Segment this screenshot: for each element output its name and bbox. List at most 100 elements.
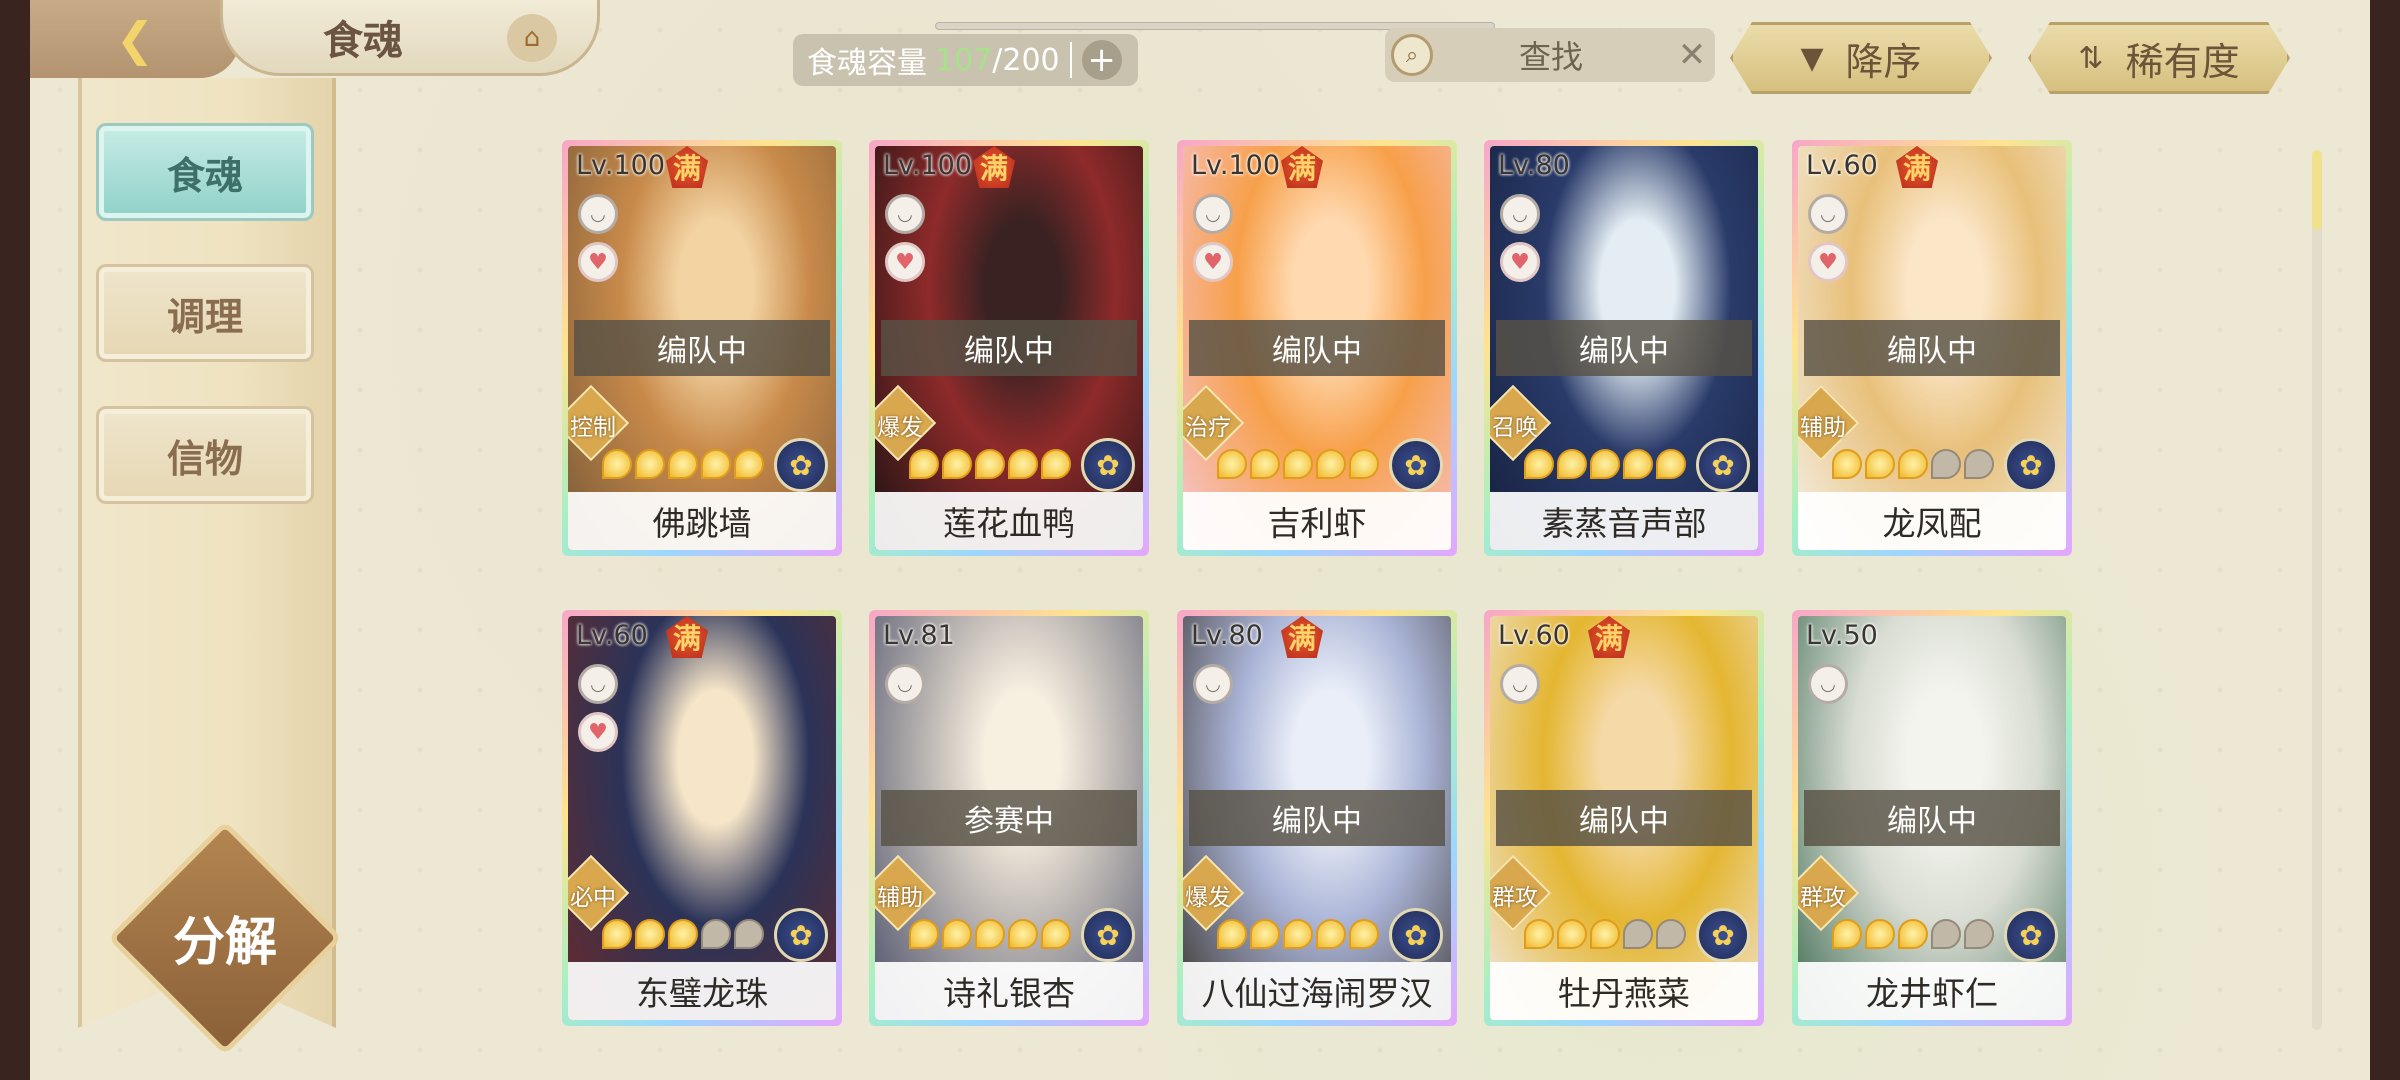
card-name: 龙凤配 xyxy=(1798,492,2066,550)
bowl-icon: ◡ xyxy=(1500,194,1540,234)
triangle-down-icon: ▼ xyxy=(1800,40,1824,76)
scrollbar[interactable] xyxy=(2312,150,2322,1030)
star-filled-icon xyxy=(909,449,939,479)
star-empty-icon xyxy=(734,919,764,949)
card-inner: Lv.100 满 ◡ ♥ 编队中 爆发 ✿ 莲花血鸭 xyxy=(875,146,1143,550)
bowl-icon: ◡ xyxy=(1193,664,1233,704)
card-inner: Lv.60 满 ◡ ♥ 必中 ✿ 东璧龙珠 xyxy=(568,616,836,1020)
food-soul-card[interactable]: Lv.50 ◡ 编队中 群攻 ✿ 龙井虾仁 xyxy=(1792,610,2072,1026)
sidebar-item-tokens[interactable]: 信物 xyxy=(96,406,314,504)
bowl-icon: ◡ xyxy=(885,664,925,704)
star-filled-icon xyxy=(1898,919,1928,949)
star-filled-icon xyxy=(942,919,972,949)
heart-icon: ♥ xyxy=(885,242,925,282)
clear-search-button[interactable]: ✕ xyxy=(1669,35,1715,75)
star-filled-icon xyxy=(975,919,1005,949)
back-button[interactable]: ❮ xyxy=(30,0,240,78)
star-rating xyxy=(602,919,767,949)
star-filled-icon xyxy=(1316,919,1346,949)
card-name: 牡丹燕菜 xyxy=(1490,962,1758,1020)
food-soul-card[interactable]: Lv.100 满 ◡ ♥ 编队中 治疗 ✿ 吉利虾 xyxy=(1177,140,1457,556)
capacity-max: /200 xyxy=(992,42,1060,78)
card-status: 参赛中 xyxy=(881,790,1137,846)
heart-icon: ♥ xyxy=(1193,242,1233,282)
flower-element-icon: ✿ xyxy=(1081,438,1135,492)
sidebar-item-label: 信物 xyxy=(166,435,243,481)
star-filled-icon xyxy=(909,919,939,949)
card-name: 素蒸音声部 xyxy=(1490,492,1758,550)
card-inner: Lv.100 满 ◡ ♥ 编队中 控制 ✿ 佛跳墙 xyxy=(568,146,836,550)
star-filled-icon xyxy=(1041,449,1071,479)
star-filled-icon xyxy=(1316,449,1346,479)
capacity-display: 食魂容量 107 /200 + xyxy=(793,34,1138,86)
star-filled-icon xyxy=(1250,449,1280,479)
star-filled-icon xyxy=(668,919,698,949)
bowl-icon: ◡ xyxy=(578,664,618,704)
food-soul-card[interactable]: Lv.81 ◡ 参赛中 辅助 ✿ 诗礼银杏 xyxy=(869,610,1149,1026)
star-filled-icon xyxy=(1008,919,1038,949)
role-label: 辅助 xyxy=(877,885,923,911)
sort-order-button[interactable]: ▼ 降序 xyxy=(1730,22,1992,94)
card-name: 诗礼银杏 xyxy=(875,962,1143,1020)
add-capacity-button[interactable]: + xyxy=(1081,40,1122,80)
star-filled-icon xyxy=(1623,449,1653,479)
card-inner: Lv.80 ◡ ♥ 编队中 召唤 ✿ 素蒸音声部 xyxy=(1490,146,1758,550)
flower-element-icon: ✿ xyxy=(2004,908,2058,962)
star-filled-icon xyxy=(1008,449,1038,479)
star-filled-icon xyxy=(1832,919,1862,949)
scrollbar-thumb[interactable] xyxy=(2312,150,2322,230)
card-status: 编队中 xyxy=(1189,320,1445,376)
search-box[interactable]: ⌕ 查找 ✕ xyxy=(1385,28,1715,82)
star-filled-icon xyxy=(1217,449,1247,479)
star-filled-icon xyxy=(635,449,665,479)
sidebar-item-cooking[interactable]: 调理 xyxy=(96,264,314,362)
star-filled-icon xyxy=(668,449,698,479)
card-status: 编队中 xyxy=(881,320,1137,376)
flower-element-icon: ✿ xyxy=(1081,908,1135,962)
food-soul-card[interactable]: Lv.80 满 ◡ 编队中 爆发 ✿ 八仙过海闹罗汉 xyxy=(1177,610,1457,1026)
capacity-divider xyxy=(1069,42,1072,78)
star-filled-icon xyxy=(1656,449,1686,479)
card-level: Lv.100 xyxy=(883,150,973,181)
star-rating xyxy=(909,449,1074,479)
food-soul-card[interactable]: Lv.100 满 ◡ ♥ 编队中 爆发 ✿ 莲花血鸭 xyxy=(869,140,1149,556)
card-level: Lv.81 xyxy=(883,620,955,651)
card-level: Lv.100 xyxy=(576,150,666,181)
back-arrow-icon: ❮ xyxy=(115,12,155,66)
star-filled-icon xyxy=(975,449,1005,479)
pavilion-icon[interactable]: ⌂ xyxy=(507,14,557,62)
page-title: 食魂 xyxy=(323,16,403,64)
role-label: 辅助 xyxy=(1800,415,1846,441)
star-rating xyxy=(1217,919,1382,949)
sort-key-button[interactable]: ⇅ 稀有度 xyxy=(2028,22,2290,94)
card-level: Lv.60 xyxy=(1498,620,1570,651)
food-soul-card[interactable]: Lv.60 满 ◡ 编队中 群攻 ✿ 牡丹燕菜 xyxy=(1484,610,1764,1026)
card-status: 编队中 xyxy=(1804,320,2060,376)
heart-icon: ♥ xyxy=(1808,242,1848,282)
food-soul-card[interactable]: Lv.60 满 ◡ ♥ 必中 ✿ 东璧龙珠 xyxy=(562,610,842,1026)
card-inner: Lv.100 满 ◡ ♥ 编队中 治疗 ✿ 吉利虾 xyxy=(1183,146,1451,550)
star-filled-icon xyxy=(1349,449,1379,479)
card-status: 编队中 xyxy=(1804,790,2060,846)
card-level: Lv.60 xyxy=(1806,150,1878,181)
card-status: 编队中 xyxy=(1189,790,1445,846)
flower-element-icon: ✿ xyxy=(1389,908,1443,962)
food-soul-card[interactable]: Lv.80 ◡ ♥ 编队中 召唤 ✿ 素蒸音声部 xyxy=(1484,140,1764,556)
star-filled-icon xyxy=(734,449,764,479)
star-filled-icon xyxy=(1865,449,1895,479)
card-level: Lv.80 xyxy=(1498,150,1570,181)
sidebar-item-food-souls[interactable]: 食魂 xyxy=(96,123,314,221)
bowl-icon: ◡ xyxy=(1193,194,1233,234)
food-soul-card[interactable]: Lv.60 满 ◡ ♥ 编队中 辅助 ✿ 龙凤配 xyxy=(1792,140,2072,556)
sort-order-label: 降序 xyxy=(1845,39,1922,84)
card-status: 编队中 xyxy=(1496,790,1752,846)
card-inner: Lv.60 满 ◡ 编队中 群攻 ✿ 牡丹燕菜 xyxy=(1490,616,1758,1020)
flower-element-icon: ✿ xyxy=(1389,438,1443,492)
heart-icon: ♥ xyxy=(1500,242,1540,282)
star-filled-icon xyxy=(1283,919,1313,949)
food-soul-card[interactable]: Lv.100 满 ◡ ♥ 编队中 控制 ✿ 佛跳墙 xyxy=(562,140,842,556)
role-label: 爆发 xyxy=(1185,885,1231,911)
card-inner: Lv.80 满 ◡ 编队中 爆发 ✿ 八仙过海闹罗汉 xyxy=(1183,616,1451,1020)
star-filled-icon xyxy=(1832,449,1862,479)
sidebar-item-label: 调理 xyxy=(166,293,243,339)
